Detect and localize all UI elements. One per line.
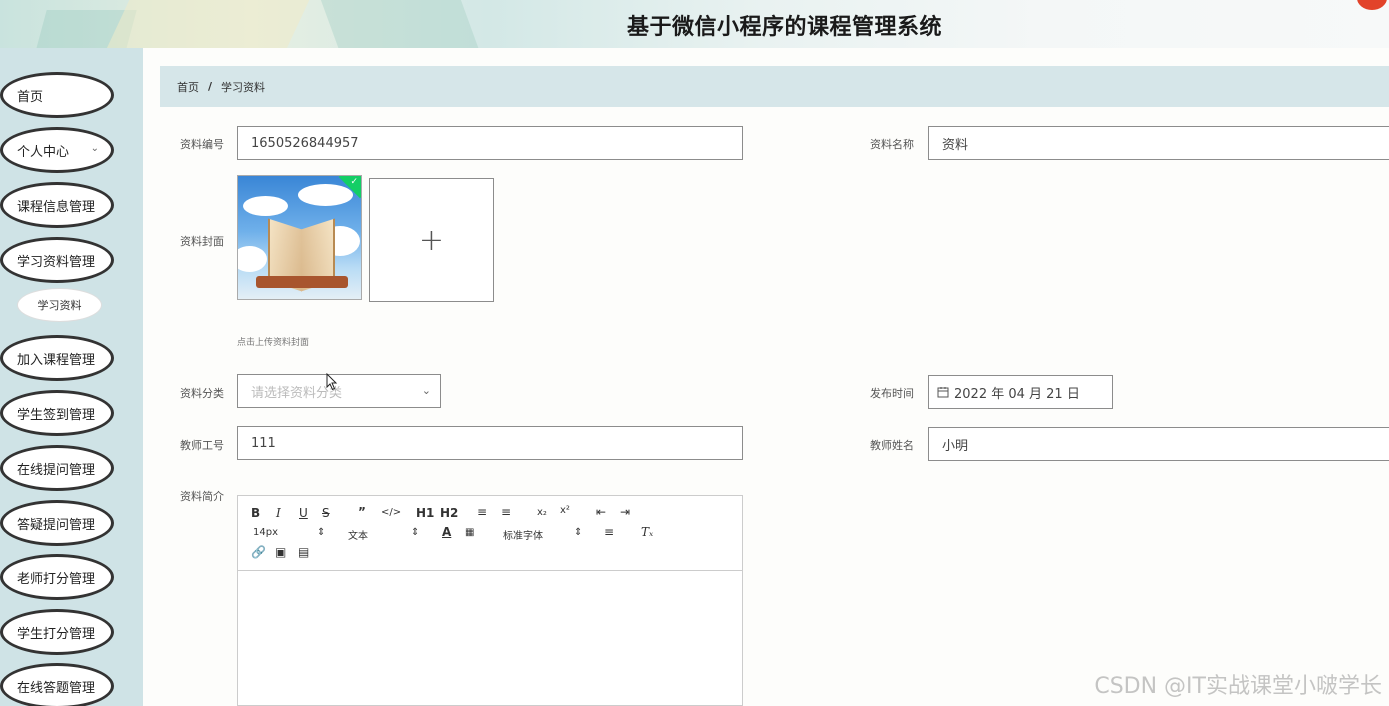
sidebar-item-label: 答疑提问管理 [17,517,96,533]
sidebar: 首页 个人中心 ⌄ 课程信息管理 学习资料管理 学习资料 加入课程管理 学生签到管… [0,48,143,706]
chevron-down-icon: ⌄ [421,384,431,397]
publish-date-value: 2022 年 04 月 21 日 [954,386,1080,402]
breadcrumb-home-link[interactable]: 首页 [177,79,199,95]
cloud [298,184,353,206]
bold-icon[interactable]: B [251,506,260,520]
calendar-icon [937,387,949,398]
category-label: 资料分类 [180,387,224,400]
image-icon[interactable]: ▣ [275,545,286,559]
code-field[interactable]: 1650526844957 [237,126,743,160]
sidebar-item-answer-questions[interactable]: 答疑提问管理 [0,500,114,546]
name-field[interactable]: 资料 [928,126,1389,160]
h2-label: H2 [440,506,459,520]
teacher-name-label: 教师姓名 [870,439,914,452]
indent-icon[interactable]: ⇥ [620,505,630,519]
breadcrumb: 首页 / 学习资料 [160,66,1389,107]
app-title: 基于微信小程序的课程管理系统 [626,15,942,40]
font-family-value: 标准字体 [503,531,543,542]
align-icon[interactable]: ≡ [604,525,614,539]
teacher-name-field[interactable]: 小明 [928,427,1389,461]
updown-icon: ⇕ [317,527,326,538]
editor-toolbar: B I U S ” </> H1 H2 ≡ ≡ x₂ x² ⇤ ⇥ 14px ⇕… [238,496,742,571]
plus-icon: + [418,222,445,258]
teacher-no-value: 111 [251,435,276,451]
h2-icon[interactable]: H2 [440,506,458,520]
subscript-icon[interactable]: x₂ [537,507,547,518]
sidebar-item-home[interactable]: 首页 [0,72,114,118]
watermark: CSDN @IT实战课堂小啵学长 [1094,674,1382,699]
text-style-select[interactable]: 文本 [348,527,418,542]
sidebar-item-label: 首页 [17,89,44,105]
breadcrumb-separator: / [208,80,213,93]
updown-icon: ⇕ [411,527,420,538]
cover-label: 资料封面 [180,235,224,248]
teacher-name-value: 小明 [942,438,969,454]
font-family-select[interactable]: 标准字体 [503,527,543,542]
sidebar-item-teacher-scoring[interactable]: 老师打分管理 [0,554,114,600]
sidebar-item-student-scoring[interactable]: 学生打分管理 [0,609,114,655]
italic-icon[interactable]: I [276,506,281,520]
sidebar-item-join-course[interactable]: 加入课程管理 [0,335,114,381]
bullet-list-icon[interactable]: ≡ [501,505,511,519]
background-color-icon[interactable]: ▦ [465,527,474,538]
blockquote-icon[interactable]: ” [358,505,366,519]
sidebar-item-label: 加入课程管理 [17,352,96,368]
publish-label: 发布时间 [870,387,914,400]
name-label: 资料名称 [870,138,914,151]
video-icon[interactable]: ▤ [298,545,309,559]
sidebar-item-label: 老师打分管理 [17,571,96,587]
book-cover [256,276,348,288]
sidebar-item-study-materials[interactable]: 学习资料管理 [0,237,114,283]
outdent-icon[interactable]: ⇤ [596,505,606,519]
updown-icon: ⇕ [574,527,583,538]
font-color-icon[interactable]: A [442,525,451,539]
sidebar-item-student-signin[interactable]: 学生签到管理 [0,390,114,436]
name-value: 资料 [942,137,969,153]
ordered-list-icon[interactable]: ≡ [477,505,487,519]
sidebar-item-label: 在线提问管理 [17,462,96,478]
sidebar-item-label: 在线答题管理 [17,680,96,696]
breadcrumb-current: 学习资料 [221,80,266,94]
sidebar-item-label: 课程信息管理 [17,199,96,215]
code-value: 1650526844957 [251,135,359,151]
cover-hint: 点击上传资料封面 [237,338,310,348]
teacher-no-label: 教师工号 [180,439,224,452]
cloud [243,196,288,216]
top-header: 基于微信小程序的课程管理系统 [0,0,1389,48]
superscript-icon[interactable]: x² [560,505,570,516]
strikethrough-icon[interactable]: S [322,506,330,520]
cover-image[interactable]: ✓ [237,175,362,300]
upload-cover-button[interactable]: + [369,178,494,302]
code-icon[interactable]: </> [381,507,401,518]
cloud [238,246,267,272]
sidebar-item-label: 学生打分管理 [17,626,96,642]
submenu-item-label: 学习资料 [37,299,82,312]
code-label: 资料编号 [180,138,224,151]
underline-icon[interactable]: U [299,506,308,520]
publish-date-picker[interactable]: 2022 年 04 月 21 日 [928,375,1113,409]
intro-label: 资料简介 [180,490,224,503]
chevron-down-icon: ⌄ [90,143,99,154]
mouse-cursor-icon [326,373,338,391]
sidebar-item-course-info[interactable]: 课程信息管理 [0,182,114,228]
sidebar-item-label: 学习资料管理 [17,254,96,270]
sidebar-item-profile[interactable]: 个人中心 ⌄ [0,127,114,173]
link-icon[interactable]: 🔗 [251,545,266,559]
rich-text-editor: B I U S ” </> H1 H2 ≡ ≡ x₂ x² ⇤ ⇥ 14px ⇕… [237,495,743,706]
check-icon: ✓ [350,177,358,187]
h1-label: H1 [416,506,435,520]
h1-icon[interactable]: H1 [416,506,434,520]
font-size-value: 14px [253,527,278,538]
teacher-no-field[interactable]: 111 [237,426,743,460]
text-style-value: 文本 [348,531,368,542]
sidebar-item-label: 个人中心 [17,144,70,160]
clear-format-icon[interactable]: Tₓ [641,525,653,539]
sidebar-item-online-quiz[interactable]: 在线答题管理 [0,663,114,706]
sidebar-item-online-questions[interactable]: 在线提问管理 [0,445,114,491]
category-select[interactable]: 请选择资料分类 ⌄ [237,374,441,408]
sidebar-item-label: 学生签到管理 [17,407,96,423]
submenu-item-study-materials[interactable]: 学习资料 [17,288,102,322]
font-size-select[interactable]: 14px [253,527,323,538]
